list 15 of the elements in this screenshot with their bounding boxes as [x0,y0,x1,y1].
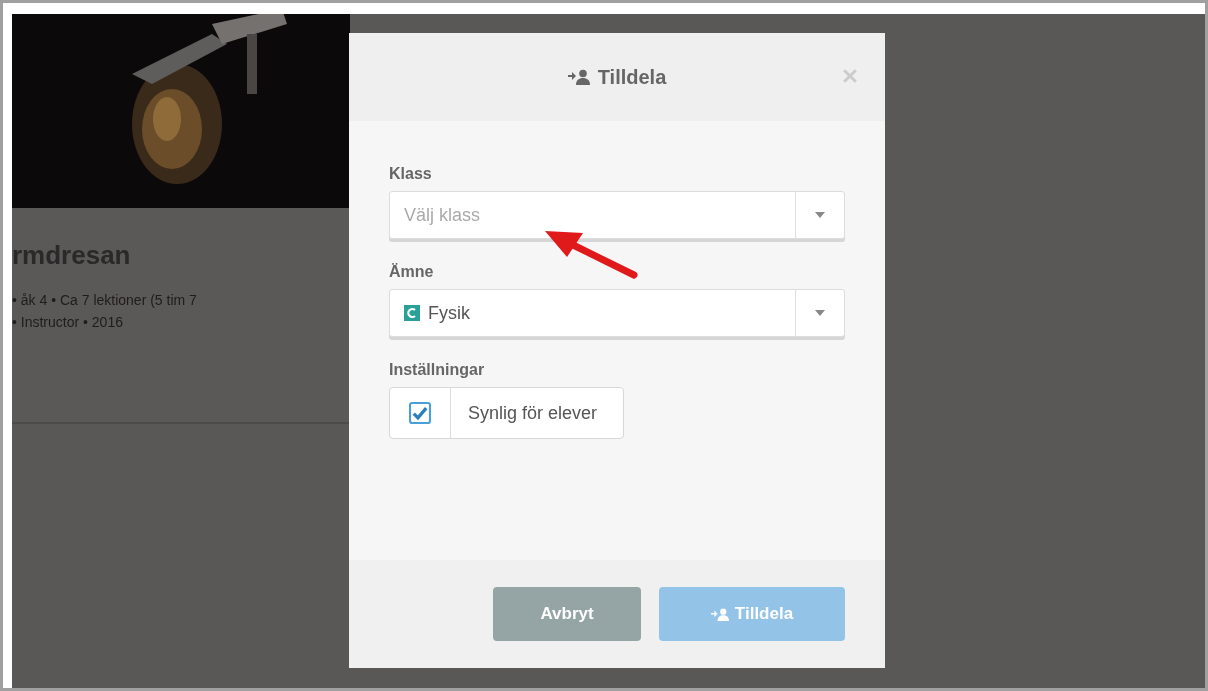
assign-user-icon [567,69,590,85]
caret-icon [815,310,825,316]
cancel-button[interactable]: Avbryt [493,587,641,641]
dialog-title: Tilldela [597,65,667,89]
visibility-toggle[interactable]: Synlig för elever [389,387,625,439]
checkbox[interactable] [409,402,431,424]
course-meta: • åk 4 • Ca 7 lektioner (5 tim 7 [12,291,198,310]
select-field[interactable]: Välj klass [389,191,845,239]
assign-user-icon [710,607,729,621]
field-label: Ämne [389,263,435,281]
caret-icon [815,212,825,218]
field-label: Inställningar [389,361,486,379]
field-label: Klass [389,165,433,183]
course-meta: • Instructor • 2016 [12,313,124,332]
select-field[interactable]: Fysik [389,289,845,337]
